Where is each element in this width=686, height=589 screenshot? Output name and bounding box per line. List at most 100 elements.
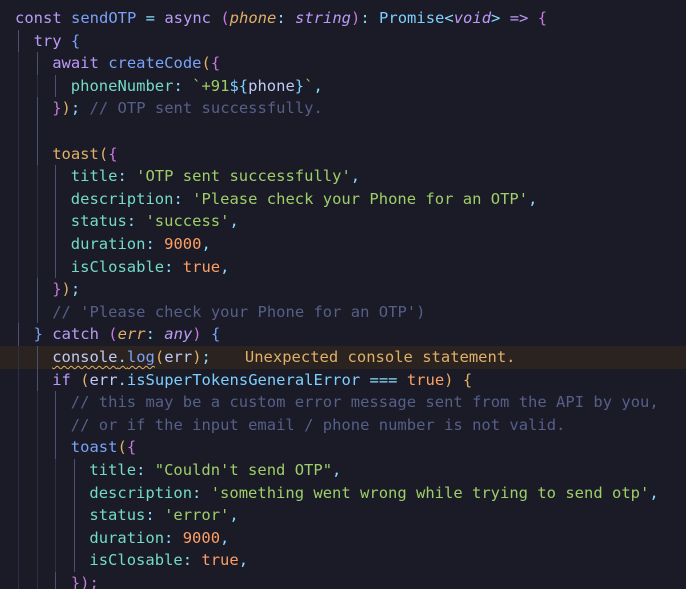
indent-guide (36, 233, 38, 256)
code-token: : (136, 461, 155, 479)
indent-guide (73, 549, 75, 572)
code-content: }); // OTP sent successfully. (52, 97, 323, 120)
code-token: true (406, 370, 445, 389)
code-token: ( (98, 144, 109, 163)
code-line[interactable]: description: 'Please check your Phone fo… (0, 187, 686, 211)
code-token: sendOTP (71, 9, 137, 27)
code-token: err (89, 370, 118, 389)
code-token: string (295, 9, 352, 27)
code-token: , (649, 483, 659, 502)
code-token: : (182, 551, 202, 570)
indent-guide (18, 300, 19, 324)
code-line[interactable]: await createCode({ (0, 52, 686, 75)
code-line[interactable]: // this may be a custom error message se… (0, 391, 686, 414)
code-token: : (145, 235, 165, 253)
code-token: : (173, 189, 193, 208)
code-line[interactable]: isClosable: true, (0, 549, 686, 572)
code-line[interactable]: status: 'success', (0, 210, 686, 233)
code-token: : (276, 9, 296, 27)
code-token: : (145, 506, 165, 525)
indent-guide (36, 481, 38, 505)
indent-guide (18, 346, 19, 369)
code-token: isSuperTokensGeneralError (126, 370, 361, 389)
code-line[interactable]: try { (0, 29, 686, 53)
indent-guide (55, 526, 57, 550)
code-line[interactable]: }); (0, 572, 686, 589)
indent-guide (18, 52, 19, 75)
code-token: true (201, 551, 239, 570)
code-line[interactable]: status: 'error', (0, 504, 686, 527)
indent-guide (55, 187, 57, 211)
code-token: . (117, 370, 127, 389)
code-token: : (173, 76, 193, 95)
code-content: await createCode({ (52, 52, 220, 75)
code-content: try { (34, 30, 81, 53)
code-token: status (89, 506, 146, 525)
indent-guide (18, 165, 19, 188)
indent-guide (36, 504, 38, 527)
code-token: ( (108, 325, 118, 344)
code-content: const sendOTP = async (phone: string): P… (15, 7, 547, 30)
code-editor[interactable]: const sendOTP = async (phone: string): P… (0, 0, 686, 589)
code-token: // this may be a custom error message se… (70, 393, 659, 412)
indent-guide (36, 436, 38, 459)
code-token: , (229, 212, 239, 231)
code-line[interactable]: // 'Please check your Phone for an OTP') (0, 300, 686, 324)
indent-guide (36, 142, 38, 166)
code-token: : (164, 257, 183, 276)
code-line[interactable]: // or if the input email / phone number … (0, 413, 686, 437)
code-token: phone (248, 76, 295, 95)
code-token: err (164, 348, 193, 366)
code-token: isClosable (70, 257, 165, 276)
indent-guide (36, 97, 38, 120)
code-token: === (360, 370, 407, 389)
code-token: { (210, 54, 221, 73)
code-line[interactable]: duration: 9000, (0, 526, 686, 550)
code-line[interactable]: isClosable: true, (0, 255, 686, 279)
code-line[interactable]: console.log(err); Unexpected console stat… (0, 346, 686, 369)
code-token: duration (89, 528, 165, 547)
code-token: ( (220, 9, 230, 27)
code-content: title: 'OTP sent successfully', (71, 165, 360, 188)
code-token: , (313, 76, 323, 95)
indent-guide (36, 572, 38, 589)
code-token: . (117, 348, 127, 366)
code-line[interactable]: toast({ (0, 142, 686, 166)
code-token: ; (201, 348, 211, 366)
code-line[interactable]: }); (0, 278, 686, 301)
indent-guide (18, 142, 19, 166)
indent-guide (18, 74, 19, 98)
code-line[interactable]: title: 'OTP sent successfully', (0, 165, 686, 188)
code-line[interactable]: if (err.isSuperTokensGeneralError === tr… (0, 368, 686, 392)
code-content: // or if the input email / phone number … (71, 414, 566, 437)
code-line[interactable]: phoneNumber: `+91${phone}`, (0, 74, 686, 98)
code-token: : (164, 528, 183, 547)
indent-guide (36, 549, 38, 572)
indent-guide (55, 413, 57, 437)
code-line[interactable]: } catch (err: any) { (0, 323, 686, 346)
code-token: description (89, 483, 193, 502)
indent-guide (18, 323, 19, 346)
code-line[interactable]: description: 'something went wrong while… (0, 481, 686, 505)
code-token: duration (70, 235, 146, 253)
code-line[interactable]: const sendOTP = async (phone: string): P… (0, 7, 686, 30)
code-token: title (89, 461, 137, 479)
code-token: toast (70, 438, 118, 457)
indent-guide (18, 278, 19, 301)
indent-guide (36, 459, 38, 482)
code-line[interactable]: toast({ (0, 436, 686, 459)
indent-guide (18, 481, 19, 505)
code-token: const (15, 9, 71, 27)
code-content: // this may be a custom error message se… (71, 391, 659, 414)
code-line[interactable]: title: "Couldn't send OTP", (0, 459, 686, 482)
code-token: // OTP sent successfully. (89, 99, 323, 118)
code-line[interactable]: }); // OTP sent successfully. (0, 97, 686, 120)
indent-guide (18, 572, 19, 589)
code-line[interactable] (0, 120, 686, 143)
code-token: status (70, 212, 127, 231)
code-token: ( (117, 438, 127, 457)
indent-guide (36, 300, 38, 324)
code-content: isClosable: true, (71, 256, 230, 279)
indent-guide (73, 481, 75, 505)
code-line[interactable]: duration: 9000, (0, 233, 686, 256)
